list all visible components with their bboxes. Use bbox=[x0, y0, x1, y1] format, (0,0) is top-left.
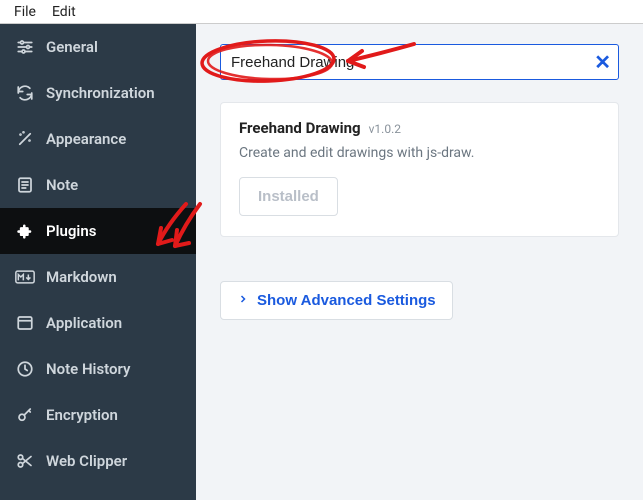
scissors-icon bbox=[16, 452, 34, 470]
sidebar-item-note-history[interactable]: Note History bbox=[0, 346, 196, 392]
sidebar-item-label: Plugins bbox=[46, 222, 96, 240]
sidebar-item-label: General bbox=[46, 38, 98, 56]
sidebar-item-label: Web Clipper bbox=[46, 452, 127, 470]
markdown-icon bbox=[16, 268, 34, 286]
note-icon bbox=[16, 176, 34, 194]
clear-search-icon[interactable]: ✕ bbox=[594, 52, 611, 72]
sidebar-item-encryption[interactable]: Encryption bbox=[0, 392, 196, 438]
plugin-search-wrap: ✕ bbox=[220, 44, 619, 80]
show-advanced-button[interactable]: Show Advanced Settings bbox=[220, 281, 453, 320]
main-panel: ✕ Freehand Drawing v1.0.2 Create and edi… bbox=[196, 24, 643, 500]
sidebar-item-label: Appearance bbox=[46, 130, 126, 148]
magic-wand-icon bbox=[16, 130, 34, 148]
annotation-overlay bbox=[196, 24, 643, 500]
plugin-result-card: Freehand Drawing v1.0.2 Create and edit … bbox=[220, 102, 619, 237]
window-icon bbox=[16, 314, 34, 332]
menu-bar: File Edit bbox=[0, 0, 643, 24]
sidebar-item-note[interactable]: Note bbox=[0, 162, 196, 208]
sync-icon bbox=[16, 84, 34, 102]
sidebar-item-label: Note bbox=[46, 176, 78, 194]
show-advanced-label: Show Advanced Settings bbox=[257, 292, 436, 309]
settings-sidebar: General Synchronization Appearance Note bbox=[0, 24, 196, 500]
menu-edit[interactable]: Edit bbox=[44, 2, 84, 22]
sidebar-item-label: Encryption bbox=[46, 406, 118, 424]
plugin-description: Create and edit drawings with js-draw. bbox=[239, 145, 600, 161]
plugin-search-input[interactable] bbox=[220, 44, 619, 80]
menu-file[interactable]: File bbox=[6, 2, 44, 22]
key-icon bbox=[16, 406, 34, 424]
sidebar-item-markdown[interactable]: Markdown bbox=[0, 254, 196, 300]
chevron-right-icon bbox=[237, 292, 249, 309]
sidebar-item-general[interactable]: General bbox=[0, 24, 196, 70]
sidebar-item-web-clipper[interactable]: Web Clipper bbox=[0, 438, 196, 484]
sidebar-item-application[interactable]: Application bbox=[0, 300, 196, 346]
history-icon bbox=[16, 360, 34, 378]
sidebar-item-plugins[interactable]: Plugins bbox=[0, 208, 196, 254]
sidebar-item-appearance[interactable]: Appearance bbox=[0, 116, 196, 162]
sidebar-item-label: Synchronization bbox=[46, 84, 155, 102]
sidebar-item-label: Note History bbox=[46, 360, 131, 378]
sidebar-item-label: Markdown bbox=[46, 268, 117, 286]
puzzle-icon bbox=[16, 222, 34, 240]
sidebar-item-label: Application bbox=[46, 314, 122, 332]
sidebar-item-synchronization[interactable]: Synchronization bbox=[0, 70, 196, 116]
plugin-version: v1.0.2 bbox=[369, 122, 401, 136]
sliders-icon bbox=[16, 38, 34, 56]
plugin-name: Freehand Drawing bbox=[239, 119, 361, 137]
install-button[interactable]: Installed bbox=[239, 177, 338, 216]
